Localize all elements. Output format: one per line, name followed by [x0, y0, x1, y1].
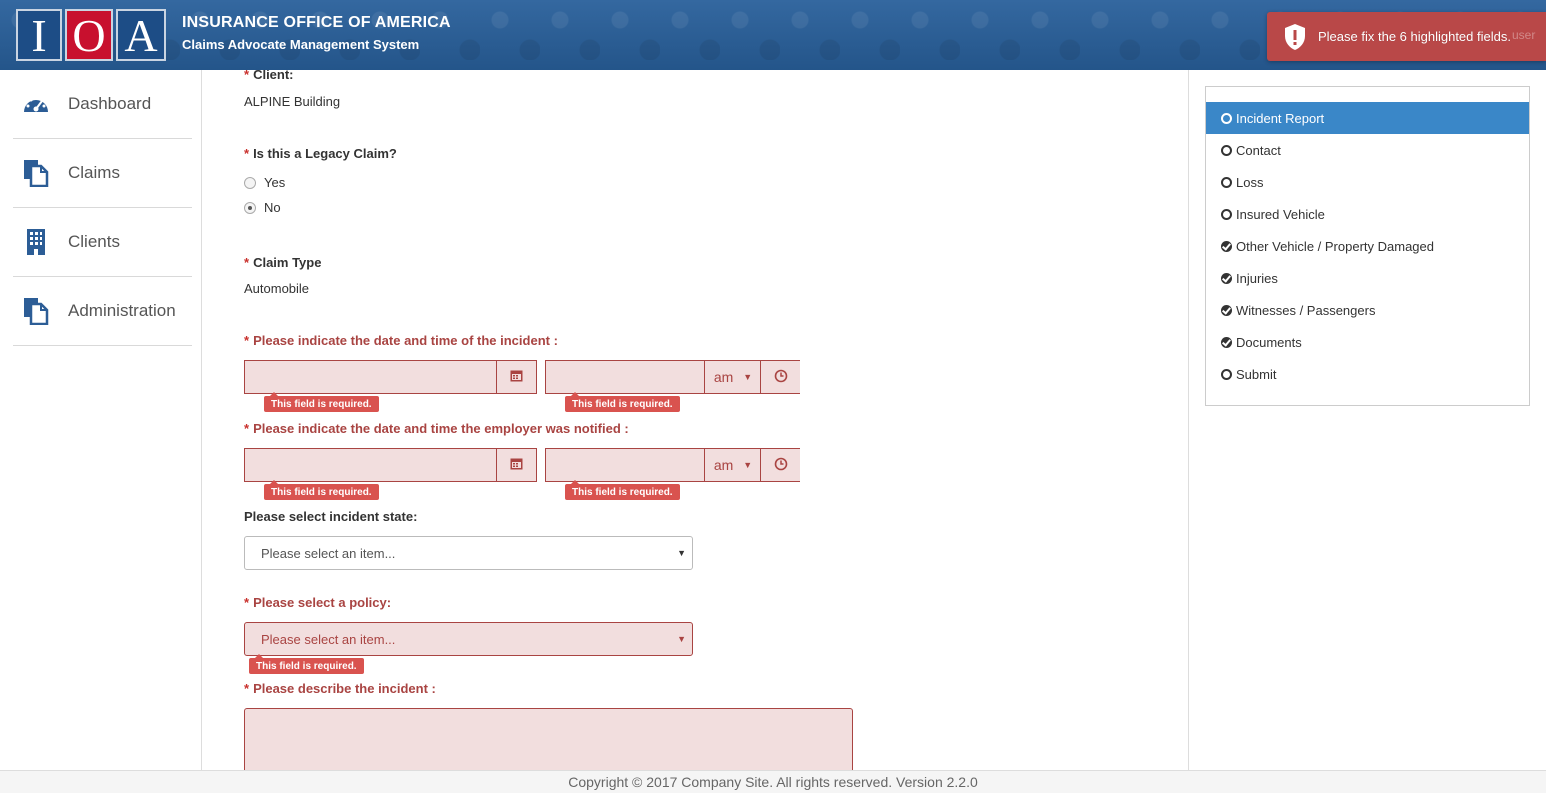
sidebar-item-administration[interactable]: Administration — [13, 277, 192, 346]
notified-date-input[interactable] — [244, 448, 537, 482]
logo-letter-a: A — [116, 9, 166, 61]
employer-notified-label: * Please indicate the date and time the e… — [244, 421, 629, 436]
policy-select[interactable]: Please select an item... ▼ — [244, 622, 693, 656]
field-error-tooltip: This field is required. — [565, 392, 680, 412]
field-error-tooltip: This field is required. — [264, 480, 379, 500]
step-documents[interactable]: Documents — [1206, 326, 1529, 358]
sidebar-item-label: Clients — [68, 232, 120, 251]
field-error-tooltip: This field is required. — [565, 480, 680, 500]
brand: INSURANCE OFFICE OF AMERICA Claims Advoc… — [182, 14, 451, 52]
step-list: Incident Report Contact Loss Insured Veh… — [1205, 86, 1530, 406]
clock-icon — [774, 457, 788, 474]
step-submit[interactable]: Submit — [1206, 358, 1529, 390]
ampm-select[interactable]: am ▼ — [704, 361, 761, 393]
legacy-radio-no[interactable]: No — [244, 200, 281, 215]
toast-underlying-text: user — [1512, 28, 1536, 42]
check-circle-icon — [1221, 240, 1232, 252]
caret-down-icon: ▼ — [677, 548, 686, 558]
check-circle-icon — [1221, 304, 1232, 316]
app-header: I O A INSURANCE OFFICE OF AMERICA Claims… — [0, 0, 1546, 70]
legacy-claim-label: * Is this a Legacy Claim? — [244, 146, 397, 161]
describe-incident-textarea[interactable] — [244, 708, 853, 770]
claim-type-label: * Claim Type — [244, 255, 322, 270]
claim-form: * Client: ALPINE Building * Is this a Lega… — [202, 70, 1188, 770]
logo-letter-i: I — [16, 9, 62, 61]
field-error-tooltip: This field is required. — [249, 654, 364, 674]
radio-button[interactable] — [244, 201, 256, 214]
field-error-tooltip: This field is required. — [264, 392, 379, 412]
toast-message: Please fix the 6 highlighted fields. — [1318, 29, 1511, 44]
claim-type-value: Automobile — [244, 281, 310, 296]
step-loss[interactable]: Loss — [1206, 166, 1529, 198]
clock-button[interactable] — [760, 361, 800, 393]
caret-down-icon: ▼ — [743, 372, 753, 382]
sidebar-item-label: Dashboard — [68, 94, 152, 113]
legacy-radio-yes[interactable]: Yes — [244, 175, 285, 190]
clock-button[interactable] — [760, 449, 800, 481]
client-value: ALPINE Building — [244, 94, 341, 109]
calendar-icon — [510, 369, 523, 385]
incident-datetime-label: * Please indicate the date and time of th… — [244, 333, 558, 348]
describe-incident-label: * Please describe the incident : — [244, 681, 436, 696]
step-insured-vehicle[interactable]: Insured Vehicle — [1206, 198, 1529, 230]
check-circle-icon — [1221, 272, 1232, 284]
step-contact[interactable]: Contact — [1206, 134, 1529, 166]
sidebar: Dashboard Claims Clients Administration — [0, 70, 202, 770]
logo-letter-o: O — [65, 9, 113, 61]
error-toast[interactable]: Please fix the 6 highlighted fields. use… — [1267, 12, 1546, 61]
step-incident-report[interactable]: Incident Report — [1206, 102, 1529, 134]
incident-time-input[interactable]: am ▼ — [545, 360, 800, 394]
circle-open-icon — [1221, 144, 1232, 156]
app-subtitle: Claims Advocate Management System — [182, 37, 420, 52]
shield-alert-icon — [1285, 23, 1305, 50]
documents-icon — [21, 158, 51, 188]
sidebar-item-clients[interactable]: Clients — [13, 208, 192, 277]
circle-open-icon — [1221, 112, 1232, 124]
step-injuries[interactable]: Injuries — [1206, 262, 1529, 294]
calendar-button[interactable] — [496, 448, 537, 482]
app-title: INSURANCE OFFICE OF AMERICA — [182, 14, 451, 31]
caret-down-icon: ▼ — [743, 460, 753, 470]
circle-open-icon — [1221, 176, 1232, 188]
incident-state-select[interactable]: Please select an item... ▼ — [244, 536, 693, 570]
dashboard-gauge-icon — [21, 89, 51, 119]
circle-open-icon — [1221, 208, 1232, 220]
step-witnesses[interactable]: Witnesses / Passengers — [1206, 294, 1529, 326]
documents-icon — [21, 296, 51, 326]
caret-down-icon: ▼ — [677, 634, 686, 644]
policy-label: * Please select a policy: — [244, 595, 392, 610]
sidebar-item-label: Administration — [68, 301, 176, 320]
sidebar-item-claims[interactable]: Claims — [13, 139, 192, 208]
notified-time-input[interactable]: am ▼ — [545, 448, 800, 482]
calendar-icon — [510, 457, 523, 473]
calendar-button[interactable] — [496, 360, 537, 394]
sidebar-item-dashboard[interactable]: Dashboard — [13, 70, 192, 139]
client-label: * Client: — [244, 70, 294, 82]
progress-panel: Incident Report Contact Loss Insured Veh… — [1188, 70, 1546, 770]
step-other-vehicle[interactable]: Other Vehicle / Property Damaged — [1206, 230, 1529, 262]
ampm-select[interactable]: am ▼ — [704, 449, 761, 481]
clock-icon — [774, 369, 788, 386]
check-circle-icon — [1221, 336, 1232, 348]
incident-state-label: Please select incident state: — [244, 509, 418, 524]
sidebar-item-label: Claims — [68, 163, 120, 182]
circle-open-icon — [1221, 368, 1232, 380]
building-icon — [21, 227, 51, 257]
ioa-logo[interactable]: I O A — [16, 9, 166, 61]
radio-button[interactable] — [244, 176, 256, 189]
footer: Copyright © 2017 Company Site. All right… — [0, 770, 1546, 793]
incident-date-input[interactable] — [244, 360, 537, 394]
